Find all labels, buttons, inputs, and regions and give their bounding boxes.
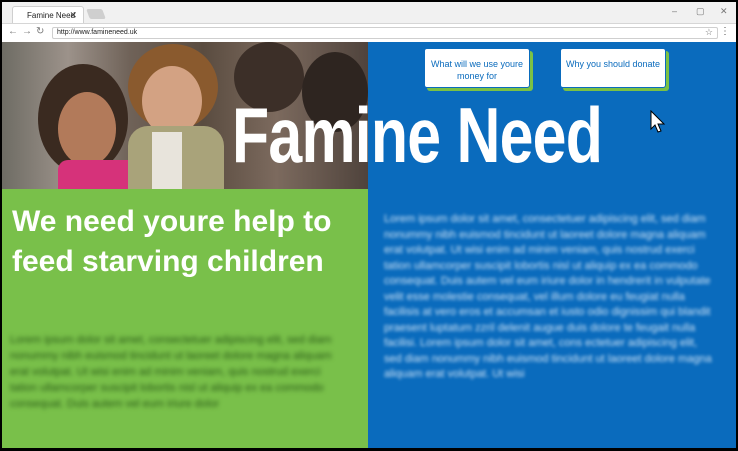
close-window-icon[interactable]: ✕ <box>720 6 728 17</box>
reload-icon[interactable]: ↻ <box>36 26 44 37</box>
money-use-button[interactable]: What will we use youre money for <box>424 48 530 88</box>
right-body-text: Lorem ipsum dolor sit amet, consectetuer… <box>384 213 712 380</box>
forward-icon[interactable]: → <box>22 26 32 37</box>
browser-menu-icon[interactable]: ⋮ <box>720 26 730 37</box>
photo-girl-shirt <box>58 160 138 189</box>
url-text: http://www.famineneed.uk <box>57 29 138 36</box>
page-headline: We need youre help to feed starving chil… <box>12 205 332 278</box>
bookmark-star-icon[interactable]: ☆ <box>705 27 713 38</box>
tab-title: Famine Need <box>27 11 76 20</box>
browser-tab[interactable]: Famine Need ✕ <box>12 6 84 23</box>
site-brand-title: Famine Need <box>232 91 603 179</box>
why-donate-button[interactable]: Why you should donate <box>560 48 666 88</box>
back-icon[interactable]: ← <box>8 26 18 37</box>
maximize-icon[interactable]: ▢ <box>696 6 705 17</box>
page-content: Famine Need What will we use youre money… <box>2 42 736 448</box>
left-body-text: Lorem ipsum dolor sit amet, consectetuer… <box>10 334 332 410</box>
minimize-icon[interactable]: – <box>672 6 677 16</box>
mouse-cursor-icon <box>650 110 666 133</box>
browser-window: Famine Need ✕ – ▢ ✕ ← → ↻ http://www.fam… <box>2 2 736 448</box>
browser-toolbar: ← → ↻ http://www.famineneed.uk ☆ ⋮ <box>2 24 736 43</box>
tab-strip: Famine Need ✕ – ▢ ✕ <box>2 2 736 24</box>
photo-toddler-shirt <box>152 132 182 189</box>
photo-girl-face <box>58 92 116 166</box>
address-bar[interactable]: http://www.famineneed.uk ☆ <box>52 27 718 39</box>
new-tab-button[interactable] <box>86 9 106 19</box>
tab-close-icon[interactable]: ✕ <box>69 10 77 21</box>
